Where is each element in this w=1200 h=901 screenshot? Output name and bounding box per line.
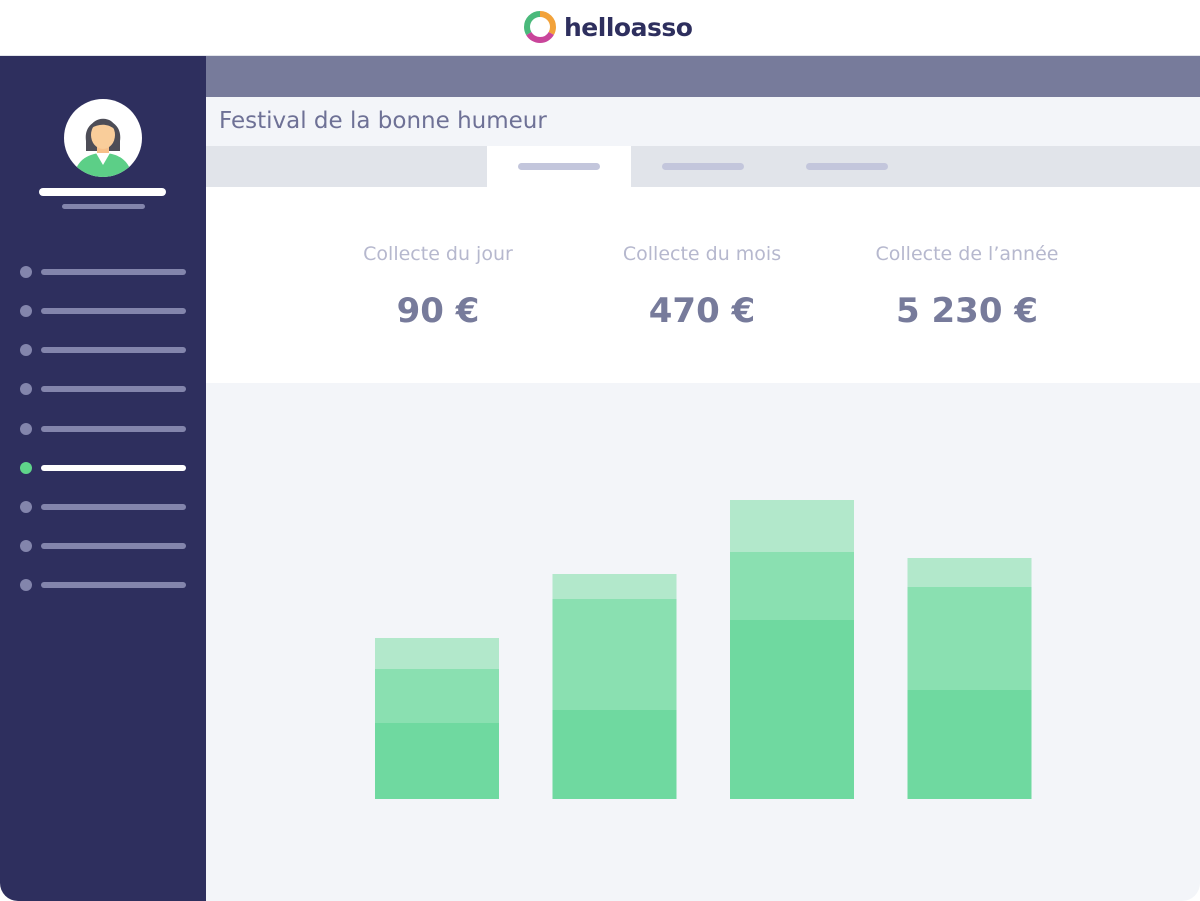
nav-dot-icon bbox=[20, 344, 32, 356]
user-avatar-icon bbox=[74, 118, 132, 177]
sidebar-nav-item-7[interactable] bbox=[20, 500, 186, 514]
sidebar-nav-item-3[interactable] bbox=[20, 343, 186, 357]
stat-year-label: Collecte de l’année bbox=[875, 243, 1059, 265]
stat-month-value: 470 € bbox=[648, 291, 756, 331]
nav-label-placeholder bbox=[41, 465, 186, 471]
stat-month-label: Collecte du mois bbox=[622, 243, 782, 265]
bar-4-segment-1 bbox=[907, 690, 1032, 799]
nav-label-placeholder bbox=[41, 386, 186, 392]
main-content: Festival de la bonne humeur Collecte du … bbox=[206, 56, 1200, 901]
sidebar bbox=[0, 56, 206, 901]
bar-1-segment-1 bbox=[375, 723, 499, 799]
sidebar-nav-item-9[interactable] bbox=[20, 578, 186, 592]
sidebar-nav-item-5[interactable] bbox=[20, 422, 186, 436]
tab-2[interactable] bbox=[631, 146, 775, 187]
bar-4-segment-2 bbox=[907, 587, 1032, 690]
helloasso-logo-icon bbox=[524, 11, 556, 43]
nav-label-placeholder bbox=[41, 582, 186, 588]
bar-2-segment-3 bbox=[552, 574, 677, 599]
nav-label-placeholder bbox=[41, 426, 186, 432]
bar-chart bbox=[375, 500, 1032, 799]
nav-label-placeholder bbox=[41, 504, 186, 510]
bar-3-segment-1 bbox=[730, 620, 854, 799]
collection-chart bbox=[206, 383, 1200, 901]
tab-label-placeholder bbox=[662, 163, 744, 170]
nav-active-dot-icon bbox=[20, 462, 32, 474]
top-header: helloasso bbox=[0, 0, 1200, 56]
brand-name: helloasso bbox=[564, 12, 693, 42]
stat-day: Collecte du jour 90 € bbox=[313, 187, 563, 331]
bar-4-segment-3 bbox=[907, 558, 1032, 587]
app-window: Festival de la bonne humeur Collecte du … bbox=[0, 56, 1200, 901]
bar-3-segment-3 bbox=[730, 500, 854, 552]
nav-dot-icon bbox=[20, 305, 32, 317]
nav-label-placeholder bbox=[41, 543, 186, 549]
stat-day-label: Collecte du jour bbox=[363, 243, 513, 265]
nav-label-placeholder bbox=[41, 269, 186, 275]
stats-panel: Collecte du jour 90 € Collecte du mois 4… bbox=[206, 187, 1200, 383]
sidebar-nav-item-8[interactable] bbox=[20, 539, 186, 553]
tab-bar bbox=[206, 146, 1200, 187]
sidebar-nav-item-4[interactable] bbox=[20, 382, 186, 396]
user-name-placeholder bbox=[39, 188, 166, 196]
page-title: Festival de la bonne humeur bbox=[219, 108, 547, 134]
nav-dot-icon bbox=[20, 266, 32, 278]
bar-2-segment-1 bbox=[552, 710, 677, 799]
tab-label-placeholder bbox=[806, 163, 888, 170]
bar-2-segment-2 bbox=[552, 599, 677, 710]
sidebar-nav-item-6-active[interactable] bbox=[20, 461, 186, 475]
sidebar-nav-item-1[interactable] bbox=[20, 265, 186, 279]
stat-day-value: 90 € bbox=[396, 291, 480, 331]
nav-label-placeholder bbox=[41, 308, 186, 314]
nav-dot-icon bbox=[20, 501, 32, 513]
user-role-placeholder bbox=[62, 204, 145, 209]
bar-3-segment-2 bbox=[730, 552, 854, 620]
nav-dot-icon bbox=[20, 383, 32, 395]
tab-label-placeholder bbox=[518, 163, 600, 170]
bar-1-segment-3 bbox=[375, 638, 499, 669]
tab-3[interactable] bbox=[775, 146, 919, 187]
nav-label-placeholder bbox=[41, 347, 186, 353]
stat-month: Collecte du mois 470 € bbox=[577, 187, 827, 331]
nav-dot-icon bbox=[20, 423, 32, 435]
nav-dot-icon bbox=[20, 540, 32, 552]
tab-1-active[interactable] bbox=[487, 146, 631, 187]
sidebar-nav-item-2[interactable] bbox=[20, 304, 186, 318]
bar-1-segment-2 bbox=[375, 669, 499, 723]
brand-logo[interactable]: helloasso bbox=[524, 10, 693, 44]
stat-year-value: 5 230 € bbox=[896, 291, 1038, 331]
nav-dot-icon bbox=[20, 579, 32, 591]
content-toolbar bbox=[206, 56, 1200, 97]
stat-year: Collecte de l’année 5 230 € bbox=[842, 187, 1092, 331]
user-avatar[interactable] bbox=[64, 99, 142, 177]
